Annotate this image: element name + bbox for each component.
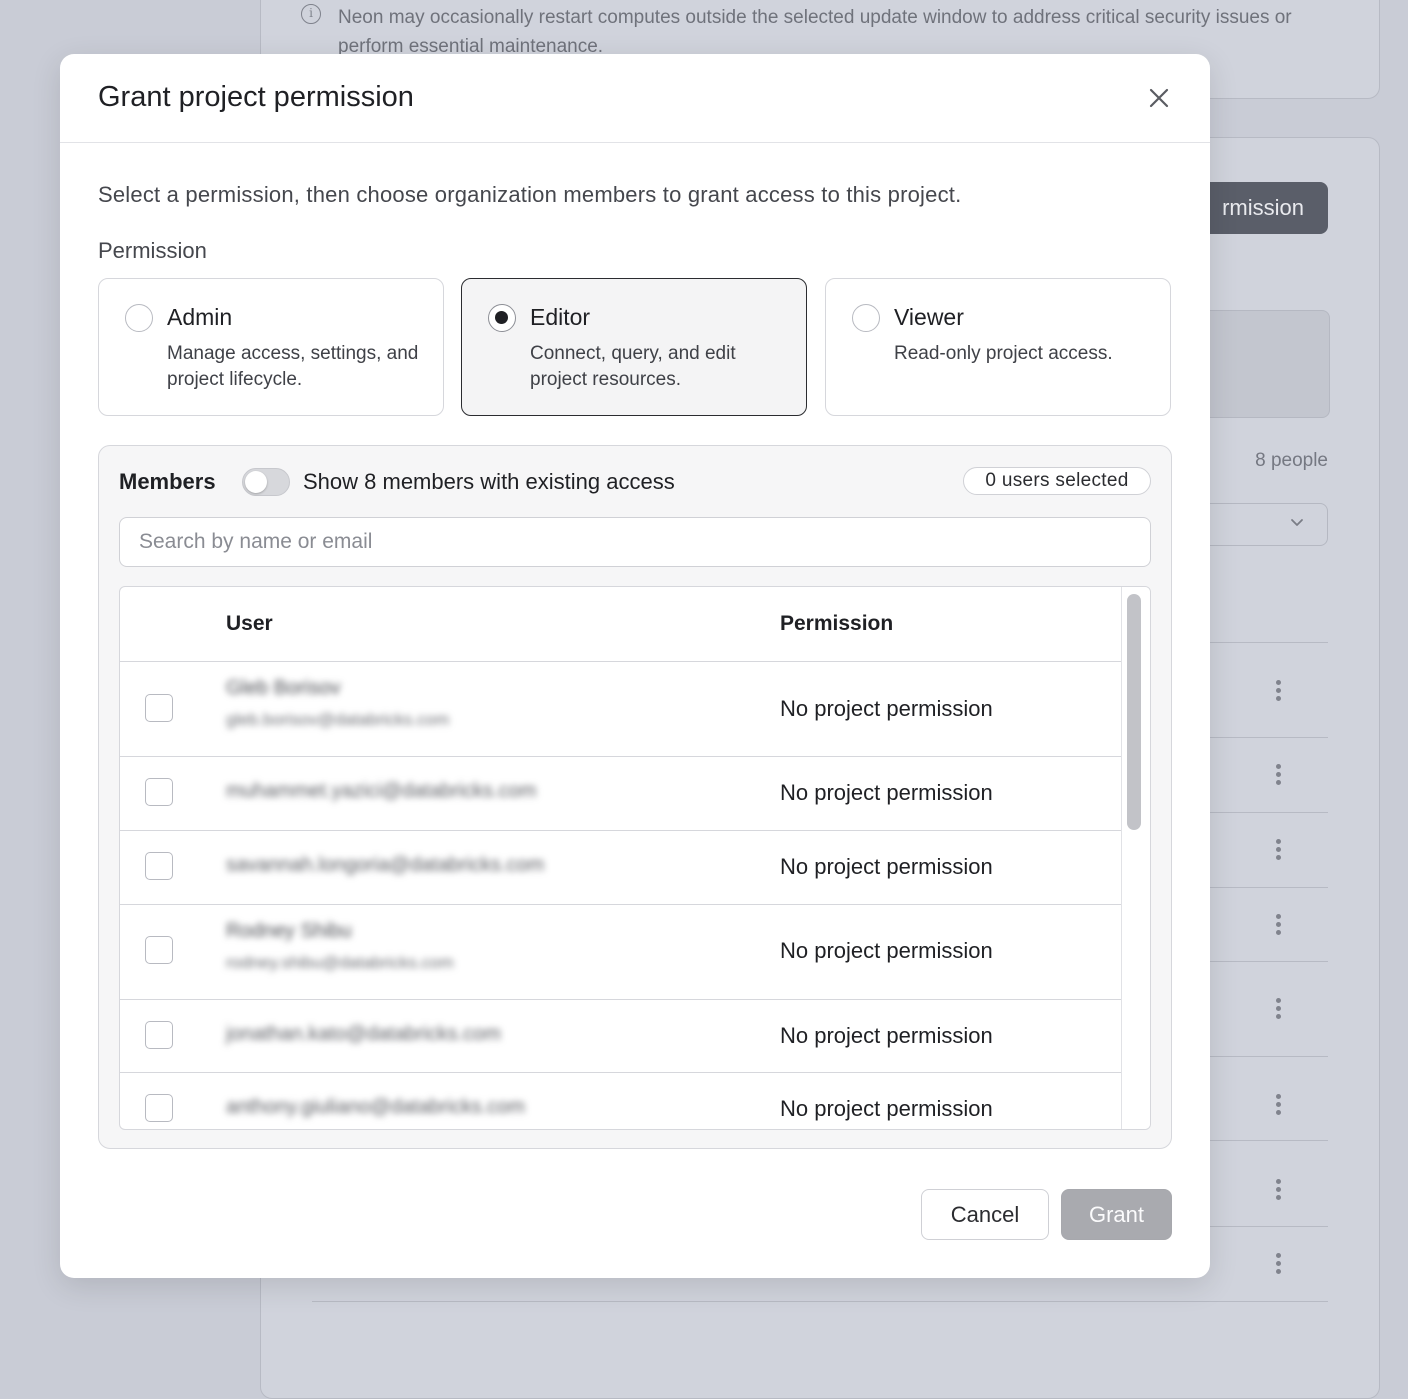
user-email: anthony.giuliano@databricks.com <box>226 1096 525 1118</box>
dialog-header: Grant project permission <box>60 54 1210 143</box>
user-email: muhammet.yazici@databricks.com <box>226 780 537 802</box>
maintenance-notice-text: Neon may occasionally restart computes o… <box>338 7 1292 57</box>
permission-option-title: Editor <box>530 304 591 330</box>
table-row[interactable]: anthony.giuliano@databricks.com No proje… <box>120 1072 1121 1129</box>
chevron-down-icon <box>1291 519 1303 526</box>
row-checkbox[interactable] <box>145 1021 173 1049</box>
dialog-description: Select a permission, then choose organiz… <box>98 182 962 207</box>
permission-option-description: Read-only project access. <box>894 343 1113 364</box>
info-icon: i <box>301 4 321 24</box>
table-row[interactable]: Rodney Shibu rodney.shibu@databricks.com… <box>120 904 1121 1000</box>
permission-option-viewer[interactable]: Viewer Read-only project access. <box>825 278 1171 416</box>
user-name: Gleb Borisov <box>226 677 341 699</box>
table-row[interactable]: jonathan.kato@databricks.com No project … <box>120 999 1121 1073</box>
toggle-knob <box>245 471 267 493</box>
close-icon <box>1149 88 1169 108</box>
user-email: gleb.borisov@databricks.com <box>226 710 450 729</box>
permission-option-admin[interactable]: Admin Manage access, settings, and proje… <box>98 278 444 416</box>
permission-label: Permission <box>98 238 207 263</box>
more-options-icon[interactable] <box>1268 764 1288 792</box>
permission-cell: No project permission <box>780 780 993 805</box>
row-checkbox[interactable] <box>145 694 173 722</box>
row-divider <box>312 1301 1328 1302</box>
user-email: savannah.longoria@databricks.com <box>226 854 545 876</box>
row-checkbox[interactable] <box>145 852 173 880</box>
scrollbar-thumb[interactable] <box>1127 594 1141 830</box>
user-email: rodney.shibu@databricks.com <box>226 953 454 972</box>
table-row[interactable]: savannah.longoria@databricks.com No proj… <box>120 830 1121 905</box>
permission-cell: No project permission <box>780 938 993 963</box>
member-search-input[interactable] <box>119 517 1151 567</box>
people-count: 8 people <box>1255 450 1328 471</box>
editor-radio[interactable] <box>488 304 516 332</box>
permission-cell: No project permission <box>780 854 993 879</box>
selected-count-badge: 0 users selected <box>963 467 1151 495</box>
permission-cell: No project permission <box>780 696 993 721</box>
row-checkbox[interactable] <box>145 1094 173 1122</box>
cancel-button[interactable]: Cancel <box>921 1189 1049 1240</box>
more-options-icon[interactable] <box>1268 839 1288 867</box>
permission-option-description: Connect, query, and edit project resourc… <box>530 343 736 390</box>
table-row[interactable]: Gleb Borisov gleb.borisov@databricks.com… <box>120 661 1121 757</box>
more-options-icon[interactable] <box>1268 1253 1288 1281</box>
more-options-icon[interactable] <box>1268 914 1288 942</box>
dialog-title: Grant project permission <box>98 81 414 113</box>
user-email: jonathan.kato@databricks.com <box>226 1023 501 1045</box>
admin-radio[interactable] <box>125 304 153 332</box>
permission-cell: No project permission <box>780 1023 993 1048</box>
members-label: Members <box>119 469 216 494</box>
column-header-permission: Permission <box>780 612 894 635</box>
more-options-icon[interactable] <box>1268 680 1288 708</box>
more-options-icon[interactable] <box>1268 1179 1288 1207</box>
column-header-user: User <box>226 612 273 635</box>
table-row[interactable]: muhammet.yazici@databricks.com No projec… <box>120 756 1121 831</box>
permission-option-title: Viewer <box>894 304 964 330</box>
members-table: User Permission Gleb Borisov gleb.boriso… <box>119 586 1151 1130</box>
grant-button[interactable]: Grant <box>1061 1189 1172 1240</box>
row-checkbox[interactable] <box>145 936 173 964</box>
user-name: Rodney Shibu <box>226 920 352 942</box>
permission-option-editor[interactable]: Editor Connect, query, and edit project … <box>461 278 807 416</box>
grant-permission-dialog: Grant project permission Select a permis… <box>60 54 1210 1278</box>
existing-access-toggle-label: Show 8 members with existing access <box>303 469 675 494</box>
permission-cell: No project permission <box>780 1096 993 1121</box>
permission-option-description: Manage access, settings, and project lif… <box>167 343 419 390</box>
close-button[interactable] <box>1143 82 1175 114</box>
viewer-radio[interactable] <box>852 304 880 332</box>
members-panel: Members Show 8 members with existing acc… <box>98 445 1172 1149</box>
existing-access-toggle[interactable] <box>242 468 290 496</box>
table-header: User Permission <box>120 587 1121 662</box>
more-options-icon[interactable] <box>1268 998 1288 1026</box>
permission-option-title: Admin <box>167 304 233 330</box>
more-options-icon[interactable] <box>1268 1094 1288 1122</box>
row-checkbox[interactable] <box>145 778 173 806</box>
